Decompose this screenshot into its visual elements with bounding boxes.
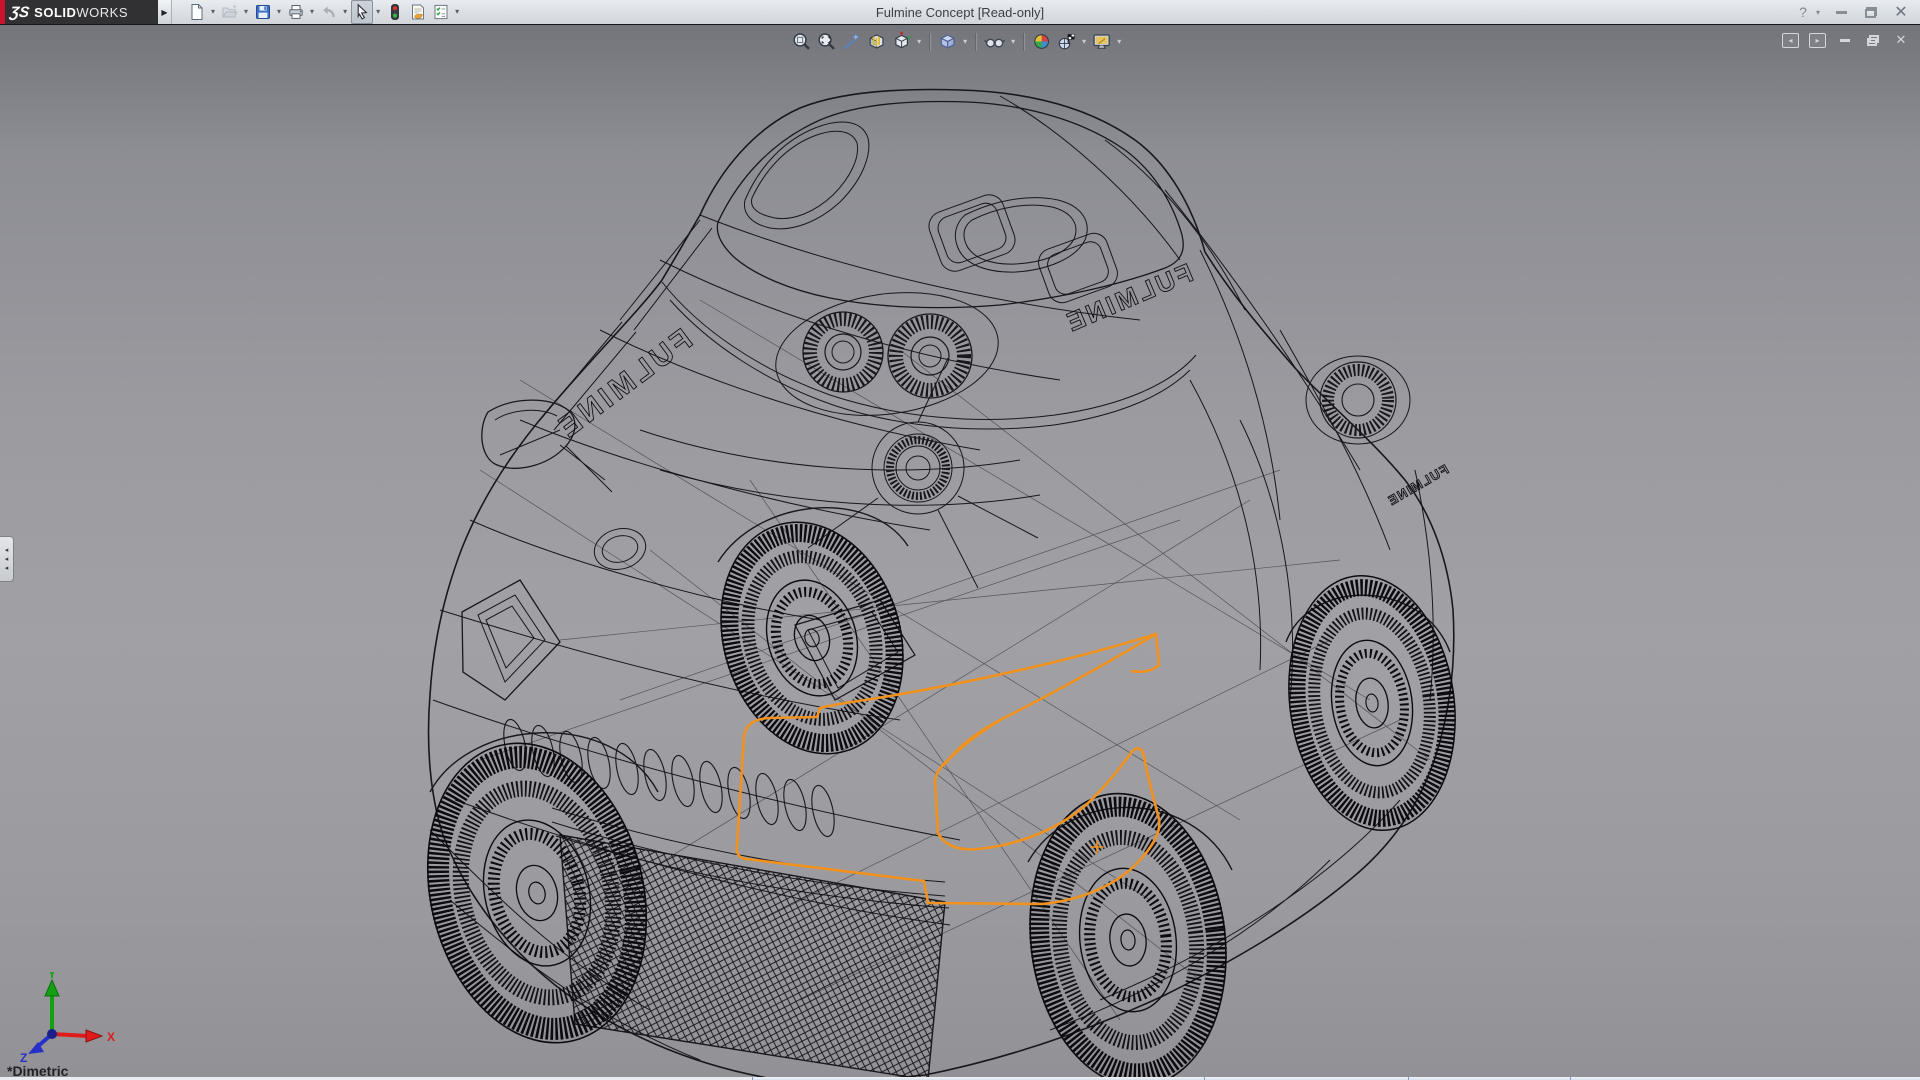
undo-icon — [320, 3, 338, 21]
zoom-to-area-button[interactable] — [815, 30, 838, 53]
featuremanager-collapse-tab[interactable]: ◂ ◂ ◂ — [0, 536, 14, 582]
edit-appearance-icon — [1031, 31, 1052, 52]
apply-scene-button[interactable] — [1055, 30, 1078, 53]
view-orientation-caret[interactable]: ▾ — [917, 37, 921, 46]
triad-y-label: Y — [48, 972, 56, 981]
display-style-button[interactable] — [936, 30, 959, 53]
view-orientation-button[interactable] — [890, 30, 913, 53]
next-pane-button[interactable]: ▸ — [1809, 33, 1826, 48]
previous-pane-button[interactable]: ◂ — [1782, 33, 1799, 48]
headsup-view-toolbar: ▾ ▾ ▾ — [790, 30, 1123, 53]
apply-scene-caret[interactable]: ▾ — [1082, 37, 1086, 46]
toolbar-separator — [975, 33, 976, 51]
rebuild-traffic-light-icon — [386, 3, 404, 21]
file-properties-button[interactable] — [407, 0, 429, 24]
restore-icon — [1867, 35, 1879, 46]
select-caret[interactable]: ▾ — [376, 8, 380, 16]
options-button[interactable] — [430, 0, 452, 24]
save-button[interactable] — [252, 0, 274, 24]
toolbar-separator — [929, 33, 930, 51]
main-toolbar: ▾ ▾ ▾ — [186, 0, 462, 24]
open-caret[interactable]: ▾ — [244, 8, 248, 16]
options-caret[interactable]: ▾ — [455, 8, 459, 16]
select-button[interactable] — [351, 0, 373, 24]
edit-appearance-button[interactable] — [1030, 30, 1053, 53]
collapse-arrow-icon: ◂ — [5, 565, 9, 572]
collapse-arrow-icon: ◂ — [5, 547, 9, 554]
select-cursor-icon — [353, 3, 371, 21]
close-button[interactable]: ✕ — [1892, 3, 1910, 21]
toolbar-separator — [1023, 33, 1024, 51]
section-view-icon — [866, 31, 887, 52]
new-caret[interactable]: ▾ — [211, 8, 215, 16]
print-icon — [287, 3, 305, 21]
display-style-icon — [937, 31, 958, 52]
window-controls: ? ▾ ✕ — [1794, 0, 1910, 24]
view-settings-button[interactable] — [1090, 30, 1113, 53]
undo-caret[interactable]: ▾ — [343, 8, 347, 16]
rebuild-button[interactable] — [384, 0, 406, 24]
triad-x-label: X — [107, 1030, 115, 1044]
minimize-icon — [1836, 11, 1847, 14]
graphics-viewport[interactable]: FULMINE FULMINE FULMINE — [0, 25, 1920, 1080]
new-document-button[interactable] — [186, 0, 208, 24]
solidworks-logo-text: SOLIDWORKS — [34, 5, 128, 20]
document-minimize-button[interactable] — [1836, 32, 1854, 48]
display-style-caret[interactable]: ▾ — [963, 37, 967, 46]
zoom-to-fit-button[interactable] — [790, 30, 813, 53]
zoom-to-area-icon — [816, 31, 837, 52]
minimize-icon — [1840, 39, 1850, 42]
help-caret[interactable]: ▾ — [1816, 8, 1820, 17]
solidworks-window: ƷS SOLIDWORKS ▶ ▾ ▾ — [0, 0, 1920, 1080]
title-bar: ƷS SOLIDWORKS ▶ ▾ ▾ — [0, 0, 1920, 25]
section-view-button[interactable] — [865, 30, 888, 53]
reference-triad: Y X Z — [14, 972, 124, 1062]
view-settings-icon — [1091, 31, 1112, 52]
save-caret[interactable]: ▾ — [277, 8, 281, 16]
undo-button[interactable] — [318, 0, 340, 24]
triad-z-label: Z — [20, 1051, 27, 1062]
restore-button[interactable] — [1862, 3, 1880, 21]
document-restore-button[interactable] — [1864, 32, 1882, 48]
restore-icon — [1865, 7, 1877, 18]
previous-view-button[interactable] — [840, 30, 863, 53]
open-folder-icon — [221, 3, 239, 21]
solidworks-logo-mark-icon: ƷS — [9, 4, 31, 21]
new-document-icon — [188, 3, 206, 21]
document-close-button[interactable]: ✕ — [1892, 32, 1910, 48]
minimize-button[interactable] — [1832, 3, 1850, 21]
view-orientation-icon — [891, 31, 912, 52]
menu-flyout-arrow[interactable]: ▶ — [158, 0, 172, 24]
save-floppy-icon — [254, 3, 272, 21]
view-settings-caret[interactable]: ▾ — [1117, 37, 1121, 46]
apply-scene-icon — [1056, 31, 1077, 52]
previous-view-icon — [841, 31, 862, 52]
car-badge-front: FULMINE — [1060, 257, 1197, 338]
hide-show-items-button[interactable] — [982, 30, 1007, 53]
file-properties-icon — [409, 3, 427, 21]
print-caret[interactable]: ▾ — [310, 8, 314, 16]
collapse-arrow-icon: ◂ — [5, 556, 9, 563]
solidworks-logo: ƷS SOLIDWORKS — [0, 0, 158, 24]
zoom-to-fit-icon — [791, 31, 812, 52]
document-window-controls: ◂ ▸ ✕ — [1782, 32, 1910, 48]
hide-show-items-caret[interactable]: ▾ — [1011, 37, 1015, 46]
options-checklist-icon — [432, 3, 450, 21]
print-button[interactable] — [285, 0, 307, 24]
car-wireframe: FULMINE FULMINE FULMINE — [0, 25, 1920, 1080]
hide-show-items-glasses-icon — [983, 31, 1006, 52]
open-button[interactable] — [219, 0, 241, 24]
help-button[interactable]: ? — [1794, 3, 1812, 21]
